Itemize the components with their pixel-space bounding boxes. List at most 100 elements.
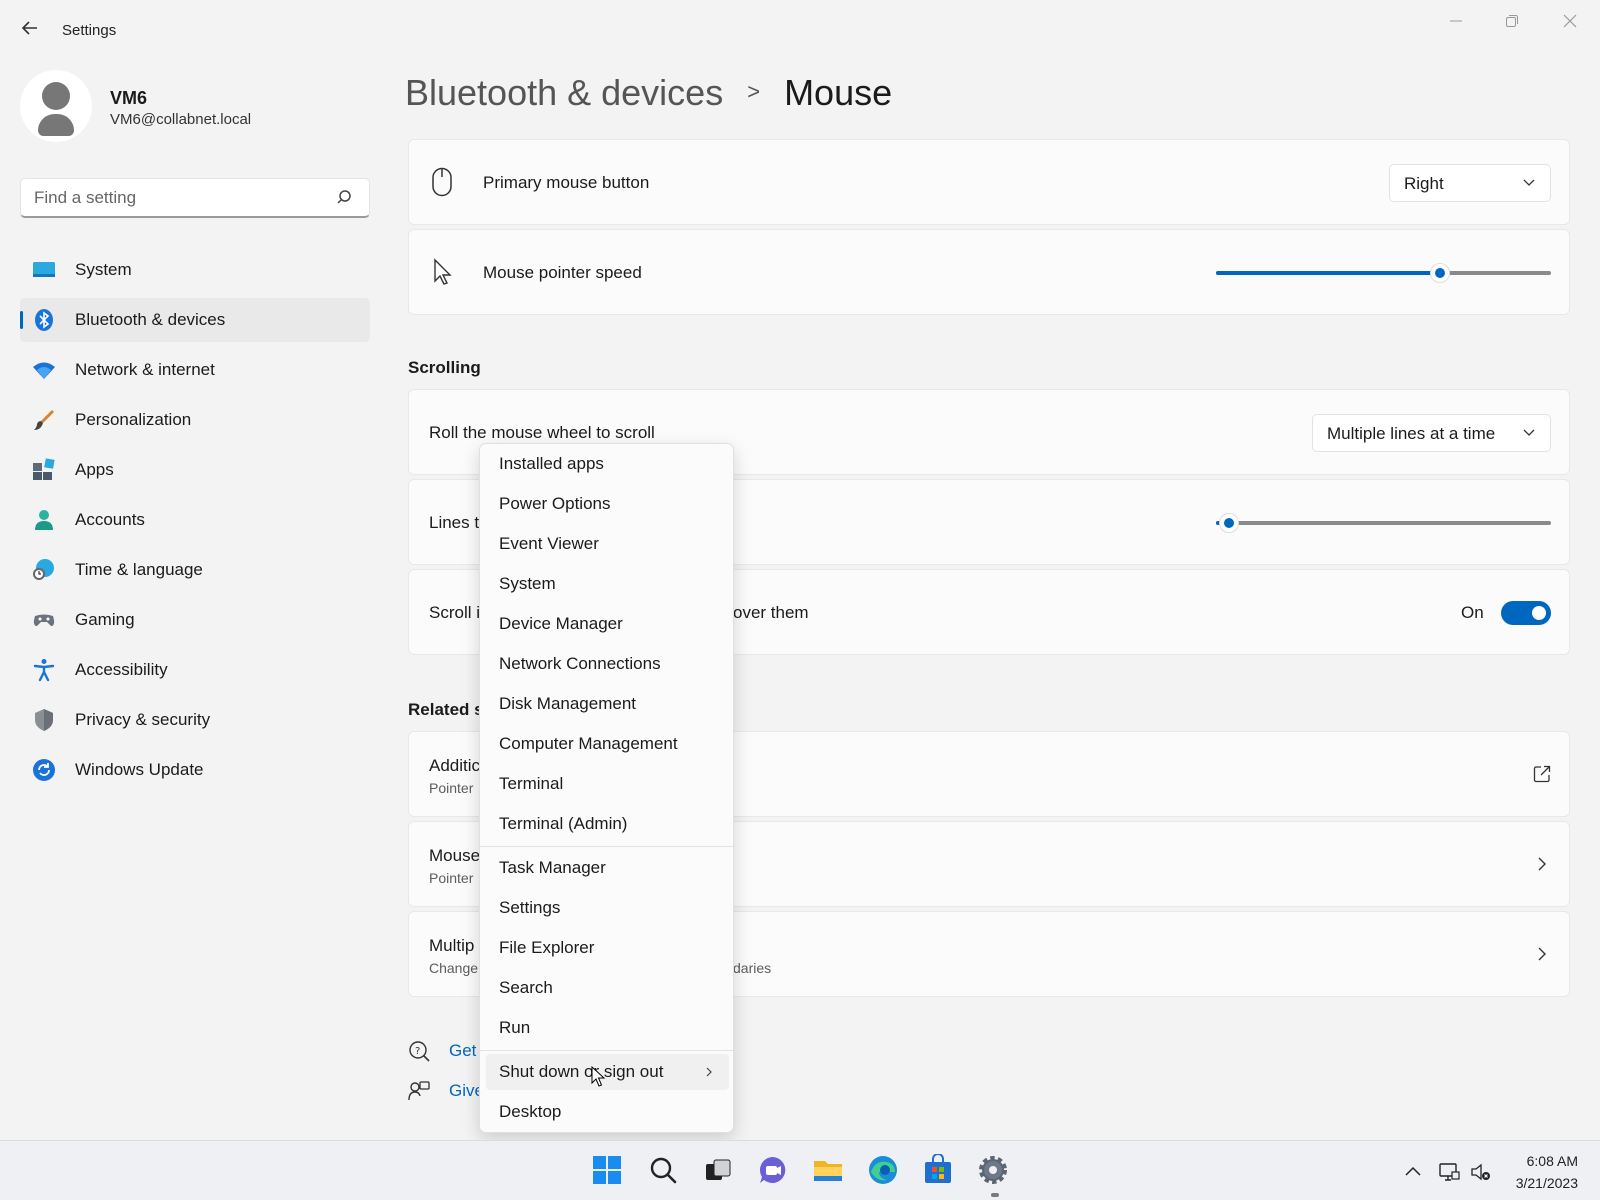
sidebar-item-system[interactable]: System xyxy=(20,248,370,292)
sidebar-item-gaming[interactable]: Gaming xyxy=(20,598,370,642)
context-menu: Installed apps Power Options Event Viewe… xyxy=(479,443,734,1133)
sidebar-item-label: Bluetooth & devices xyxy=(75,310,226,329)
primary-mouse-button-dropdown[interactable]: Right xyxy=(1389,164,1551,202)
related-item-label: Mouse xyxy=(429,846,481,865)
chevron-up-icon[interactable] xyxy=(1402,1161,1424,1183)
dropdown-value: Multiple lines at a time xyxy=(1327,424,1496,443)
breadcrumb-parent[interactable]: Bluetooth & devices xyxy=(405,72,723,113)
help-icon: ? xyxy=(408,1040,430,1067)
pointer-speed-card: Mouse pointer speed xyxy=(408,229,1570,315)
chevron-right-icon xyxy=(1535,856,1549,877)
settings-gear-icon[interactable] xyxy=(977,1154,1011,1188)
scroll-inactive-label: Scroll i xyxy=(429,603,481,622)
sidebar-item-bluetooth[interactable]: Bluetooth & devices xyxy=(20,298,370,342)
edge-icon[interactable] xyxy=(867,1154,901,1188)
sidebar-item-personalization[interactable]: Personalization xyxy=(20,398,370,442)
mouse-icon xyxy=(431,167,457,197)
menu-item-device-manager[interactable]: Device Manager xyxy=(486,606,729,642)
menu-item-run[interactable]: Run xyxy=(486,1010,729,1046)
menu-item-installed-apps[interactable]: Installed apps xyxy=(486,446,729,482)
search-box[interactable] xyxy=(20,178,370,218)
sidebar-item-privacy[interactable]: Privacy & security xyxy=(20,698,370,742)
sidebar-item-network[interactable]: Network & internet xyxy=(20,348,370,392)
toggle-state-label: On xyxy=(1461,603,1484,622)
sidebar-item-label: Accounts xyxy=(75,510,145,529)
menu-item-shut-down[interactable]: Shut down or sign out xyxy=(486,1054,729,1090)
avatar[interactable] xyxy=(20,70,92,142)
related-item-label: Multip xyxy=(429,936,475,955)
roll-wheel-dropdown[interactable]: Multiple lines at a time xyxy=(1312,414,1551,452)
sidebar-item-label: Time & language xyxy=(75,560,203,579)
menu-item-computer-management[interactable]: Computer Management xyxy=(486,726,729,762)
get-help-link[interactable]: Get xyxy=(449,1041,476,1061)
search-input[interactable] xyxy=(34,188,324,208)
menu-item-event-viewer[interactable]: Event Viewer xyxy=(486,526,729,562)
windows-start-icon[interactable] xyxy=(591,1154,625,1188)
sidebar-item-label: Apps xyxy=(75,460,114,479)
sidebar-item-label: Network & internet xyxy=(75,360,215,379)
page-title: Mouse xyxy=(784,72,893,113)
lines-to-scroll-thumb[interactable] xyxy=(1219,513,1240,533)
scroll-inactive-toggle[interactable] xyxy=(1501,601,1551,625)
scrolling-section-title: Scrolling xyxy=(408,358,481,377)
pointer-icon xyxy=(431,257,457,287)
active-app-indicator xyxy=(991,1193,999,1197)
file-explorer-icon[interactable] xyxy=(812,1154,846,1188)
taskbar-time[interactable]: 6:08 AM xyxy=(1527,1153,1578,1169)
search-icon[interactable] xyxy=(647,1154,681,1188)
title-bar: Settings xyxy=(0,0,1600,60)
back-arrow-icon[interactable] xyxy=(18,18,42,42)
wifi-icon xyxy=(32,358,56,382)
sidebar-item-label: Accessibility xyxy=(75,660,168,679)
menu-item-power-options[interactable]: Power Options xyxy=(486,486,729,522)
menu-item-settings[interactable]: Settings xyxy=(486,890,729,926)
search-icon[interactable] xyxy=(337,189,355,207)
external-link-icon xyxy=(1533,765,1551,788)
lines-to-scroll-label: Lines t xyxy=(429,513,480,532)
menu-item-network-connections[interactable]: Network Connections xyxy=(486,646,729,682)
related-item-sub: Change xyxy=(429,960,479,976)
restore-button[interactable] xyxy=(1492,10,1532,38)
menu-item-system[interactable]: System xyxy=(486,566,729,602)
breadcrumb-separator: > xyxy=(747,79,761,104)
taskbar: 6:08 AM 3/21/2023 xyxy=(0,1140,1600,1200)
pointer-speed-thumb[interactable] xyxy=(1430,263,1451,283)
close-button[interactable] xyxy=(1550,10,1590,38)
svg-text:?: ? xyxy=(415,1046,420,1057)
mouse-cursor-icon xyxy=(591,1065,607,1088)
sidebar-item-accounts[interactable]: Accounts xyxy=(20,498,370,542)
scroll-inactive-label-end: over them xyxy=(733,603,809,622)
brush-icon xyxy=(32,408,56,432)
sidebar-item-label: Windows Update xyxy=(75,760,204,779)
network-monitor-icon[interactable] xyxy=(1438,1161,1460,1183)
sidebar-item-windows-update[interactable]: Windows Update xyxy=(20,748,370,792)
shield-icon xyxy=(32,708,56,732)
sidebar-item-time-language[interactable]: Time & language xyxy=(20,548,370,592)
menu-item-task-manager[interactable]: Task Manager xyxy=(486,850,729,886)
menu-item-terminal-admin[interactable]: Terminal (Admin) xyxy=(486,806,729,842)
menu-item-terminal[interactable]: Terminal xyxy=(486,766,729,802)
taskbar-date[interactable]: 3/21/2023 xyxy=(1516,1175,1578,1191)
sidebar-item-accessibility[interactable]: Accessibility xyxy=(20,648,370,692)
chevron-down-icon xyxy=(1522,175,1536,189)
sidebar-item-label: Gaming xyxy=(75,610,135,629)
apps-icon xyxy=(32,458,56,482)
task-view-icon[interactable] xyxy=(702,1154,736,1188)
avatar-head xyxy=(42,82,70,110)
volume-muted-icon[interactable] xyxy=(1470,1161,1492,1183)
minimize-button[interactable] xyxy=(1436,10,1476,38)
sidebar-item-label: Personalization xyxy=(75,410,192,429)
bluetooth-icon xyxy=(32,308,56,332)
lines-to-scroll-track[interactable] xyxy=(1216,521,1551,525)
chat-icon[interactable] xyxy=(757,1154,791,1188)
sidebar-item-apps[interactable]: Apps xyxy=(20,448,370,492)
breadcrumb: Bluetooth & devices > Mouse xyxy=(405,72,892,114)
menu-item-file-explorer[interactable]: File Explorer xyxy=(486,930,729,966)
menu-item-search[interactable]: Search xyxy=(486,970,729,1006)
menu-separator xyxy=(480,1050,733,1051)
menu-item-disk-management[interactable]: Disk Management xyxy=(486,686,729,722)
related-item-sub-end: daries xyxy=(733,960,772,976)
profile-name: VM6 xyxy=(110,88,148,108)
menu-item-desktop[interactable]: Desktop xyxy=(486,1094,729,1130)
store-icon[interactable] xyxy=(922,1153,956,1188)
